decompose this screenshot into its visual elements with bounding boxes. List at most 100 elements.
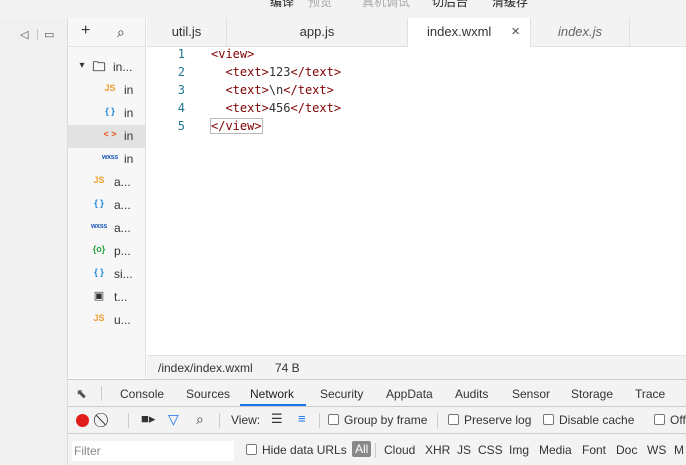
- tab-audits[interactable]: Audits: [455, 387, 488, 401]
- tree-item-label: in: [124, 106, 134, 120]
- checkbox-label: Hide data URLs: [262, 443, 347, 457]
- js-file-icon: JS: [93, 175, 105, 185]
- tab-sensor[interactable]: Sensor: [512, 387, 550, 401]
- tab-app-js[interactable]: app.js: [227, 18, 408, 47]
- code-line: 4 <text>456</text>: [147, 101, 686, 119]
- divider: [219, 413, 220, 428]
- tree-item-wxss[interactable]: wxss a...: [68, 217, 145, 240]
- open-tag: <view>: [211, 47, 255, 61]
- tab-util-js[interactable]: util.js: [147, 18, 227, 47]
- filter-type-media[interactable]: Media: [539, 443, 572, 457]
- tree-item-label: a...: [114, 198, 131, 212]
- js-file-icon: JS: [104, 83, 116, 93]
- tree-item-json[interactable]: { } a...: [68, 194, 145, 217]
- open-tag: <text>: [225, 83, 269, 97]
- checkbox-box[interactable]: [246, 444, 257, 455]
- tab-appdata[interactable]: AppData: [386, 387, 433, 401]
- checkbox-box[interactable]: [448, 414, 459, 425]
- tree-item-js[interactable]: JS a...: [68, 171, 145, 194]
- filter-type-font[interactable]: Font: [582, 443, 606, 457]
- tree-item-label: u...: [114, 313, 131, 327]
- search-icon[interactable]: ⌕: [196, 411, 204, 428]
- close-tag: </text>: [283, 83, 334, 97]
- filter-type-img[interactable]: Img: [509, 443, 529, 457]
- tree-item-label: in: [124, 83, 134, 97]
- inspect-element-icon[interactable]: ⬉: [76, 386, 87, 402]
- tree-item-label: t...: [114, 290, 128, 304]
- divider: [437, 413, 438, 428]
- clear-cache-button[interactable]: 清缓存: [492, 0, 528, 10]
- list-view-icon[interactable]: ☰: [271, 411, 283, 427]
- tree-item-component[interactable]: {o} p...: [68, 240, 145, 263]
- checkbox-box[interactable]: [543, 414, 554, 425]
- preview-button[interactable]: 预览: [308, 0, 332, 10]
- filter-type-all[interactable]: All: [352, 441, 372, 457]
- devtools-tab-bar: ⬉ Console Sources Network Security AppDa…: [68, 380, 686, 407]
- checkbox-box[interactable]: [328, 414, 339, 425]
- record-button[interactable]: [76, 414, 89, 427]
- group-by-frame-checkbox[interactable]: Group by frame: [328, 413, 427, 427]
- wxss-file-icon: wxss: [91, 223, 107, 230]
- filter-icon[interactable]: ▽: [168, 411, 179, 428]
- top-toolbar: 编译 预览 真机调试 切后台 清缓存: [0, 0, 686, 18]
- filter-type-manifest[interactable]: M: [674, 443, 684, 457]
- camera-icon[interactable]: ■▸: [141, 411, 155, 427]
- line-number: 4: [177, 101, 185, 115]
- tab-index-js[interactable]: index.js: [531, 18, 630, 47]
- filter-type-js[interactable]: JS: [457, 443, 471, 457]
- line-number: 2: [177, 65, 185, 79]
- code-line: 1 <view>: [147, 47, 686, 65]
- filter-type-ws[interactable]: WS: [647, 443, 666, 457]
- tab-security[interactable]: Security: [320, 387, 363, 401]
- offline-checkbox[interactable]: Off: [654, 413, 686, 427]
- speaker-icon[interactable]: ◁: [20, 28, 28, 41]
- checkbox-box[interactable]: [654, 414, 665, 425]
- code-editor[interactable]: 1 <view> 2 <text>123</text> 3 <text>\n</…: [147, 47, 686, 355]
- tab-sources[interactable]: Sources: [186, 387, 230, 401]
- filter-type-css[interactable]: CSS: [478, 443, 503, 457]
- tab-console[interactable]: Console: [120, 387, 164, 401]
- add-file-icon[interactable]: +: [81, 22, 90, 40]
- filter-type-cloud[interactable]: Cloud: [384, 443, 415, 457]
- hide-data-urls-checkbox[interactable]: Hide data URLs: [246, 443, 347, 457]
- close-tag: </view>: [210, 118, 263, 134]
- checkbox-label: Group by frame: [344, 413, 428, 427]
- filter-type-doc[interactable]: Doc: [616, 443, 637, 457]
- disable-cache-checkbox[interactable]: Disable cache: [543, 413, 634, 427]
- code-line: 2 <text>123</text>: [147, 65, 686, 83]
- tab-index-wxml[interactable]: index.wxml ×: [408, 18, 531, 48]
- tree-item-label: in: [124, 152, 134, 166]
- tree-item-label: a...: [114, 221, 131, 235]
- tree-item-json[interactable]: { } si...: [68, 263, 145, 286]
- close-icon[interactable]: ×: [511, 18, 520, 46]
- remote-debug-button[interactable]: 真机调试: [362, 0, 410, 10]
- filter-type-xhr[interactable]: XHR: [425, 443, 450, 457]
- tree-item-js[interactable]: JS in: [68, 79, 145, 102]
- code-text: <text>123</text>: [211, 65, 341, 79]
- tree-item-js[interactable]: JS u...: [68, 309, 145, 332]
- window-icon[interactable]: ▭: [44, 28, 54, 41]
- code-line: 5 </view>: [147, 118, 686, 137]
- search-icon[interactable]: ⌕: [117, 24, 125, 41]
- tree-item-folder[interactable]: ▾ 🗀 in...: [68, 56, 145, 79]
- tab-label: app.js: [299, 24, 335, 39]
- tree-item-wxml[interactable]: < > in: [68, 125, 145, 148]
- tree-item-json[interactable]: { } in: [68, 102, 145, 125]
- tab-label: index.js: [557, 24, 603, 39]
- preserve-log-checkbox[interactable]: Preserve log: [448, 413, 531, 427]
- divider: |: [36, 28, 39, 40]
- tab-trace[interactable]: Trace: [635, 387, 665, 401]
- tree-item-label: a...: [114, 175, 131, 189]
- tab-storage[interactable]: Storage: [571, 387, 613, 401]
- divider: [101, 386, 102, 401]
- code-text: <text>\n</text>: [211, 83, 334, 97]
- tree-item-wxss[interactable]: wxss in: [68, 148, 145, 171]
- image-file-icon: ▣: [93, 290, 105, 302]
- compile-button[interactable]: 编译: [270, 0, 294, 10]
- tab-network[interactable]: Network: [250, 387, 294, 401]
- filter-input[interactable]: [72, 441, 234, 461]
- background-button[interactable]: 切后台: [432, 0, 468, 10]
- tab-label: index.wxml: [427, 24, 492, 39]
- tree-item-image[interactable]: ▣ t...: [68, 286, 145, 309]
- waterfall-view-icon[interactable]: ≡: [298, 411, 306, 426]
